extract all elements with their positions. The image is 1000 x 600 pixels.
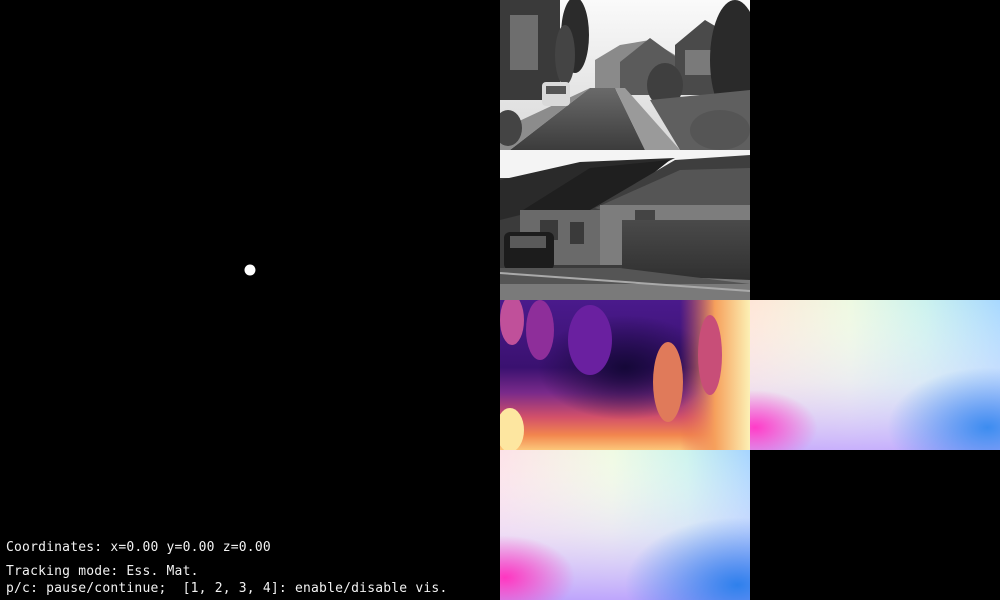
- camera-frame-side: [500, 150, 750, 300]
- tracking-mode-label: Tracking mode: Ess. Mat.: [6, 564, 199, 579]
- empty-panel: [750, 450, 1000, 600]
- trajectory-plot: [244, 264, 256, 276]
- camera-frame-front: [500, 0, 750, 150]
- depth-map: [500, 300, 750, 450]
- coordinates-readout: Coordinates: x=0.00 y=0.00 z=0.00: [6, 540, 271, 555]
- trajectory-current-position: [244, 264, 256, 276]
- optical-flow-visualization: [750, 300, 1000, 450]
- keyboard-help-text: p/c: pause/continue; [1, 2, 3, 4]: enabl…: [6, 581, 448, 596]
- empty-panel: [750, 0, 1000, 150]
- optical-flow-visualization: [500, 450, 750, 600]
- visual-odometry-window: Coordinates: x=0.00 y=0.00 z=0.00 Tracki…: [0, 0, 1000, 600]
- empty-panel: [750, 150, 1000, 300]
- trajectory-canvas: Coordinates: x=0.00 y=0.00 z=0.00 Tracki…: [0, 0, 500, 600]
